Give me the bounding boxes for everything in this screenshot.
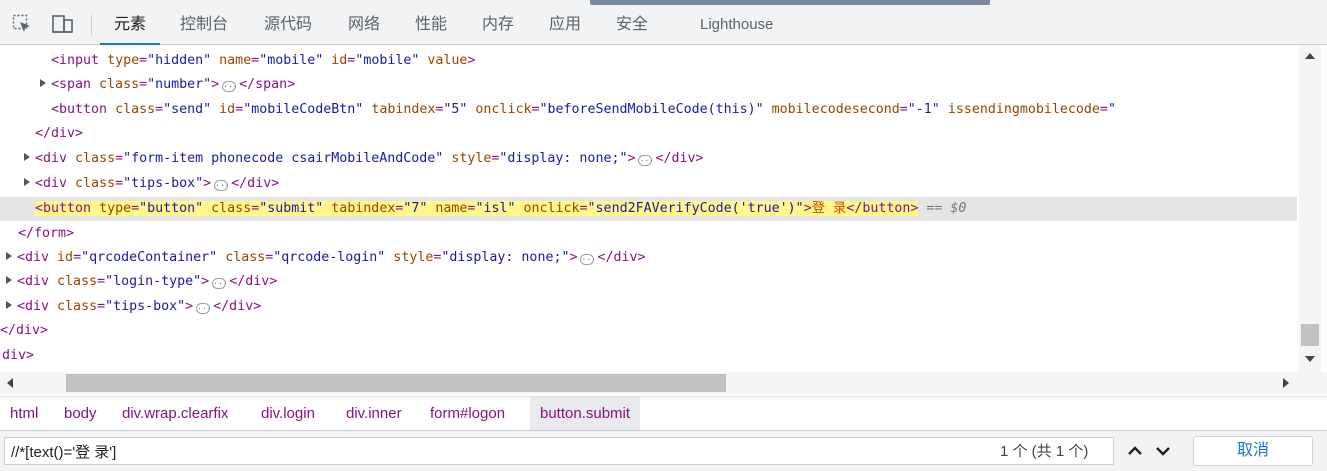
dom-node-button-submit[interactable]: <button type="button" class="submit" tab… xyxy=(0,197,1297,221)
expand-triangle-icon[interactable] xyxy=(6,252,12,260)
selected-node-marker: == $0 xyxy=(926,201,967,216)
dom-node-div-qrcode[interactable]: <div id="qrcodeContainer" class="qrcode-… xyxy=(0,246,646,270)
tab-sources[interactable]: 源代码 xyxy=(264,6,312,44)
ellipsis-icon[interactable]: ··· xyxy=(580,254,596,265)
dom-node-div-phonecode[interactable]: <div class="form-item phonecode csairMob… xyxy=(0,147,704,171)
breadcrumb-div-inner[interactable]: div.inner xyxy=(346,397,402,430)
breadcrumb-button-submit[interactable]: button.submit xyxy=(530,397,641,430)
scroll-right-icon[interactable] xyxy=(1283,378,1289,388)
ellipsis-icon[interactable]: ··· xyxy=(212,278,228,289)
horizontal-scrollbar[interactable] xyxy=(0,372,1297,394)
dom-node-button-send[interactable]: <button class="send" id="mobileCodeBtn" … xyxy=(0,98,1116,122)
search-result-count: 1 个 (共 1 个) xyxy=(1000,443,1089,460)
breadcrumb-div-wrap[interactable]: div.wrap.clearfix xyxy=(122,397,228,430)
top-scroll-thumb xyxy=(590,0,990,5)
expand-triangle-icon[interactable] xyxy=(40,79,46,87)
breadcrumb-body[interactable]: body xyxy=(64,397,97,430)
ellipsis-icon[interactable]: ··· xyxy=(196,303,212,314)
ellipsis-icon[interactable]: ··· xyxy=(638,155,654,166)
dom-node-div-close-2[interactable]: </div> xyxy=(0,319,48,343)
search-bar: 1 个 (共 1 个) 取消 xyxy=(0,430,1327,471)
scroll-up-icon[interactable] xyxy=(1305,53,1315,59)
dom-node-div-login-type[interactable]: <div class="login-type"> ··· </div> xyxy=(0,270,277,294)
dom-node-div-close-3[interactable]: div> xyxy=(0,344,34,368)
dom-node-input[interactable]: <input type="hidden" name="mobile" id="m… xyxy=(0,49,475,73)
breadcrumb-div-login[interactable]: div.login xyxy=(261,397,315,430)
vertical-scroll-thumb[interactable] xyxy=(1301,324,1319,346)
breadcrumb: html body div.wrap.clearfix div.login di… xyxy=(0,396,1327,430)
inspect-element-icon[interactable] xyxy=(12,14,32,34)
expand-triangle-icon[interactable] xyxy=(24,153,30,161)
scroll-down-icon[interactable] xyxy=(1305,356,1315,362)
tab-lighthouse[interactable]: Lighthouse xyxy=(700,6,773,44)
ellipsis-icon[interactable]: ··· xyxy=(222,81,238,92)
tab-security[interactable]: 安全 xyxy=(616,6,648,44)
search-match-highlight: <button type="button" class="submit" tab… xyxy=(35,201,919,216)
device-toolbar-icon[interactable] xyxy=(52,14,73,34)
tab-console[interactable]: 控制台 xyxy=(180,6,228,44)
expand-triangle-icon[interactable] xyxy=(6,301,12,309)
vertical-scrollbar[interactable] xyxy=(1299,45,1321,372)
dom-node-div-tips-box[interactable]: <div class="tips-box"> ··· </div> xyxy=(0,172,279,196)
horizontal-scroll-thumb[interactable] xyxy=(66,374,726,392)
search-next-button[interactable] xyxy=(1150,437,1176,465)
search-previous-button[interactable] xyxy=(1122,437,1148,465)
tab-elements[interactable]: 元素 xyxy=(99,6,161,45)
tab-application[interactable]: 应用 xyxy=(549,6,581,44)
search-input[interactable] xyxy=(11,440,971,462)
breadcrumb-html[interactable]: html xyxy=(10,397,38,430)
tab-network[interactable]: 网络 xyxy=(348,6,380,44)
dom-tree: <input type="hidden" name="mobile" id="m… xyxy=(0,45,1297,372)
dom-node-div-tips-box-2[interactable]: <div class="tips-box"> ··· </div> xyxy=(0,295,261,319)
expand-triangle-icon[interactable] xyxy=(24,178,30,186)
search-box: 1 个 (共 1 个) xyxy=(4,437,1114,465)
ellipsis-icon[interactable]: ··· xyxy=(214,180,230,191)
chevron-up-icon xyxy=(1128,446,1142,455)
scroll-left-icon[interactable] xyxy=(7,378,13,388)
cancel-search-button[interactable]: 取消 xyxy=(1193,436,1313,466)
chevron-down-icon xyxy=(1156,447,1170,456)
devtools-toolbar: 元素 控制台 源代码 网络 性能 内存 应用 安全 Lighthouse xyxy=(0,6,1327,45)
tab-performance[interactable]: 性能 xyxy=(415,6,447,44)
scroll-corner xyxy=(1297,372,1327,394)
dom-node-form-close[interactable]: </form> xyxy=(0,222,74,246)
expand-triangle-icon[interactable] xyxy=(6,276,12,284)
breadcrumb-form-logon[interactable]: form#logon xyxy=(430,397,505,430)
dom-node-span[interactable]: <span class="number"> ··· </span> xyxy=(0,73,295,97)
tab-memory[interactable]: 内存 xyxy=(482,6,514,44)
dom-node-div-close[interactable]: </div> xyxy=(0,122,83,146)
toolbar-separator xyxy=(91,15,92,35)
